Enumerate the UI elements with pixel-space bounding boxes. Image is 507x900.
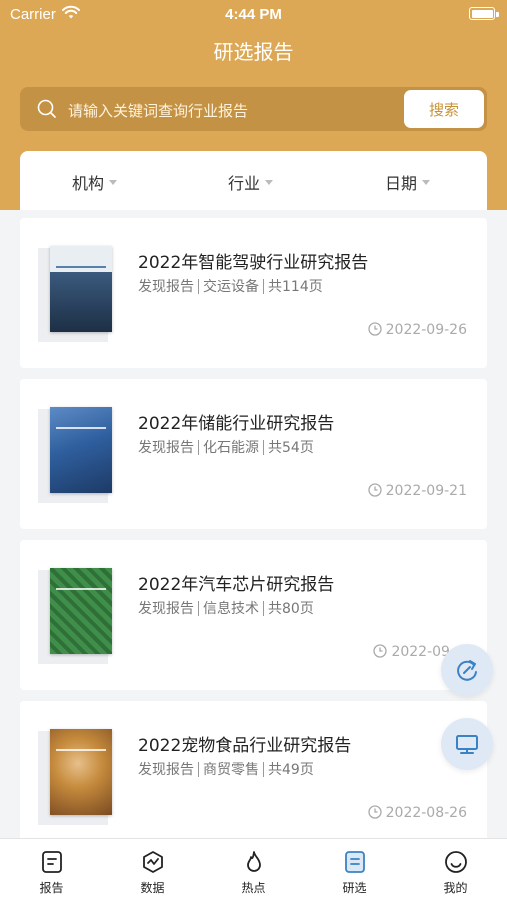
report-cover-image <box>50 568 112 654</box>
caret-down-icon <box>265 180 274 185</box>
smiley-icon <box>445 851 467 873</box>
battery-tip <box>496 12 499 17</box>
report-doc-icon <box>42 851 62 873</box>
report-title: 2022年智能驾驶行业研究报告 <box>138 253 369 273</box>
report-pages: 共49页 <box>268 762 314 778</box>
filter-date[interactable]: 日期 <box>385 170 431 194</box>
report-meta: 发现报告 商贸零售 共49页 <box>138 759 314 779</box>
report-card[interactable]: 2022宠物食品行业研究报告 发现报告 商贸零售 共49页 2022-08-26 <box>20 701 487 838</box>
report-industry: 交运设备 <box>203 279 259 295</box>
report-meta: 发现报告 化石能源 共54页 <box>138 437 314 457</box>
research-icon <box>345 851 365 873</box>
report-industry: 商贸零售 <box>203 762 259 778</box>
refresh-button[interactable] <box>441 644 493 696</box>
filter-bar: 机构 行业 日期 <box>20 151 487 210</box>
report-pages: 共114页 <box>268 279 323 295</box>
monitor-icon <box>456 735 478 754</box>
report-pages: 共54页 <box>268 440 314 456</box>
report-meta: 发现报告 信息技术 共80页 <box>138 598 314 618</box>
report-pages: 共80页 <box>268 601 314 617</box>
data-chart-icon <box>143 851 163 873</box>
report-title: 2022年汽车芯片研究报告 <box>138 575 335 595</box>
tab-label: 研选 <box>342 881 367 895</box>
tab-label: 数据 <box>140 881 165 895</box>
clock-icon <box>373 644 388 658</box>
report-type: 发现报告 <box>138 762 194 778</box>
report-card[interactable]: 2022年储能行业研究报告 发现报告 化石能源 共54页 2022-09-21 <box>20 379 487 529</box>
report-cover-image <box>50 407 112 493</box>
report-date-text: 2022-09-21 <box>385 483 467 499</box>
report-cover-image <box>50 729 112 815</box>
tab-label: 我的 <box>443 881 468 895</box>
tab-label: 热点 <box>241 881 266 895</box>
report-date-text: 2022-09-26 <box>385 322 467 338</box>
filter-label: 日期 <box>385 174 418 193</box>
search-icon <box>37 99 56 118</box>
clock: 4:44 PM <box>225 6 282 23</box>
tab-report[interactable]: 报告 <box>1 839 102 900</box>
filter-label: 行业 <box>228 174 261 193</box>
report-card[interactable]: 2022年智能驾驶行业研究报告 发现报告 交运设备 共114页 2022-09-26 <box>20 218 487 368</box>
report-title: 2022宠物食品行业研究报告 <box>138 736 352 756</box>
search-button[interactable]: 搜索 <box>404 90 484 128</box>
report-type: 发现报告 <box>138 279 194 295</box>
refresh-share-icon <box>457 660 477 681</box>
report-card[interactable]: 2022年汽车芯片研究报告 发现报告 信息技术 共80页 2022-09- <box>20 540 487 690</box>
report-date: 2022-09-26 <box>367 322 467 338</box>
report-date-text: 2022-08-26 <box>385 805 467 821</box>
report-meta: 发现报告 交运设备 共114页 <box>138 276 323 296</box>
report-industry: 化石能源 <box>203 440 259 456</box>
filter-institution[interactable]: 机构 <box>72 170 118 194</box>
tab-mine[interactable]: 我的 <box>405 839 506 900</box>
report-industry: 信息技术 <box>203 601 259 617</box>
search-bar[interactable]: 请输入关键词查询行业报告 搜索 <box>20 87 487 131</box>
clock-icon <box>367 805 382 819</box>
caret-down-icon <box>422 180 431 185</box>
filter-label: 机构 <box>72 174 105 193</box>
tab-label: 报告 <box>39 881 64 895</box>
report-type: 发现报告 <box>138 440 194 456</box>
tab-data[interactable]: 数据 <box>102 839 203 900</box>
report-date: 2022-09-21 <box>367 483 467 499</box>
report-title: 2022年储能行业研究报告 <box>138 414 335 434</box>
header: Carrier 4:44 PM 研选报告 请输入关键词查询行业报告 搜索 机构 … <box>0 0 507 210</box>
report-type: 发现报告 <box>138 601 194 617</box>
filter-industry[interactable]: 行业 <box>228 170 274 194</box>
clock-icon <box>367 322 382 336</box>
tab-bar: 报告 数据 热点 研选 我的 <box>0 838 507 900</box>
page-title: 研选报告 <box>213 40 294 64</box>
search-input[interactable]: 请输入关键词查询行业报告 <box>68 100 248 121</box>
clock-icon <box>367 483 382 497</box>
battery-icon <box>469 7 495 20</box>
flame-icon <box>247 851 261 872</box>
tab-hot[interactable]: 热点 <box>203 839 304 900</box>
tab-research[interactable]: 研选 <box>304 839 405 900</box>
report-date: 2022-08-26 <box>367 805 467 821</box>
status-bar: Carrier 4:44 PM <box>0 4 507 26</box>
caret-down-icon <box>109 180 118 185</box>
desktop-button[interactable] <box>441 718 493 770</box>
report-list[interactable]: 2022年智能驾驶行业研究报告 发现报告 交运设备 共114页 2022-09-26… <box>0 210 507 838</box>
report-cover-image <box>50 246 112 332</box>
